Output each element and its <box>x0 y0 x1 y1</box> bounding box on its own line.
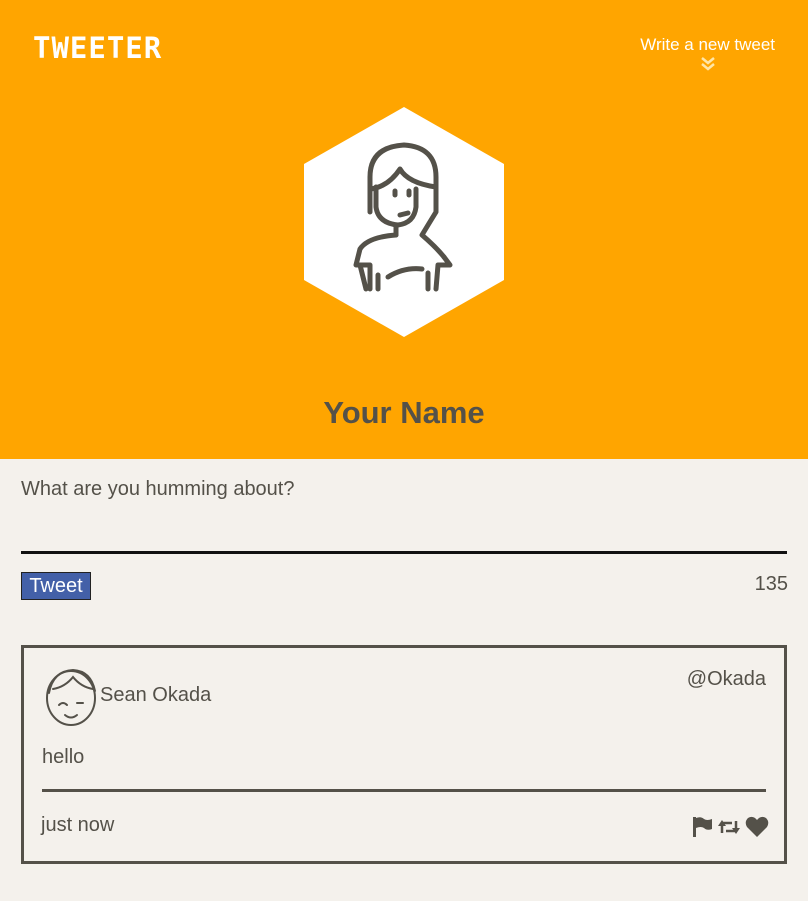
composer-prompt-label: What are you humming about? <box>21 478 295 500</box>
tweet-button[interactable]: Tweet <box>21 572 91 600</box>
double-chevron-down-icon <box>700 57 715 71</box>
profile-header: TWEETER Write a new tweet Your Name <box>0 0 808 459</box>
tweet-text-input[interactable] <box>21 506 787 554</box>
tweet-divider <box>42 789 766 792</box>
write-new-tweet-link[interactable]: Write a new tweet <box>640 35 775 71</box>
profile-name: Your Name <box>323 395 485 430</box>
char-counter: 135 <box>754 573 788 595</box>
tweet-card: Sean Okada @Okada hello just now <box>21 645 787 864</box>
profile-avatar <box>304 107 504 337</box>
tweet-actions <box>691 816 769 838</box>
tweet-user-name: Sean Okada <box>100 684 212 706</box>
tweet-timestamp: just now <box>41 814 115 836</box>
tweet-text: hello <box>42 746 85 768</box>
user-avatar-icon <box>46 668 96 726</box>
retweet-icon[interactable] <box>718 816 740 838</box>
heart-icon[interactable] <box>745 816 769 838</box>
tweet-user-handle: @Okada <box>686 668 766 690</box>
write-new-tweet-label: Write a new tweet <box>640 35 775 54</box>
flag-icon[interactable] <box>691 816 713 838</box>
app-logo[interactable]: TWEETER <box>33 34 162 63</box>
